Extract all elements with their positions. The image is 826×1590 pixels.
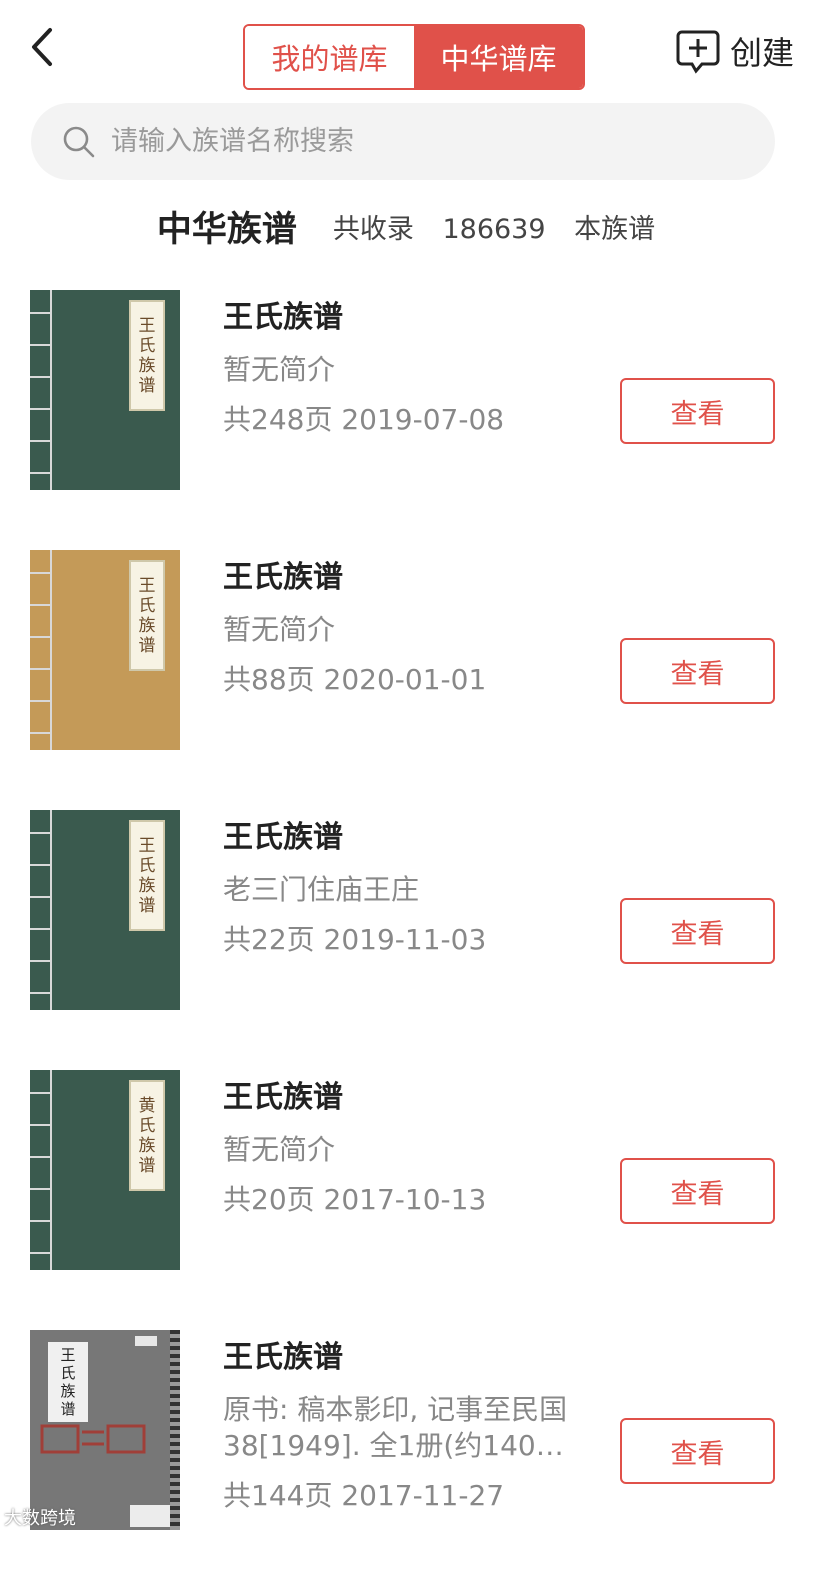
- cover-label: 黄氏族谱: [129, 1080, 165, 1191]
- cover-tag: [135, 1336, 157, 1346]
- list-item[interactable]: 黄氏族谱 王氏族谱 暂无简介 共20页 2017-10-13 查看: [0, 1070, 826, 1330]
- book-cover-scan[interactable]: 王氏族谱: [30, 1330, 180, 1530]
- count-prefix: 共收录: [332, 213, 414, 245]
- book-info: 王氏族谱 老三门住庙王庄 共22页 2019-11-03: [223, 816, 603, 958]
- book-meta: 共88页 2020-01-01: [223, 663, 487, 696]
- book-binding: [30, 550, 52, 750]
- book-title: 王氏族谱: [223, 820, 343, 855]
- view-button[interactable]: 查看: [620, 638, 775, 704]
- book-cover[interactable]: 黄氏族谱: [30, 1070, 180, 1270]
- book-info: 王氏族谱 暂无简介 共88页 2020-01-01: [223, 556, 603, 698]
- search-bar[interactable]: [31, 103, 775, 180]
- book-intro: 暂无简介: [223, 613, 336, 646]
- cover-stamp: [38, 1420, 164, 1456]
- book-info: 王氏族谱 原书: 稿本影印, 记事至民国38[1949]. 全1册(约140页)…: [223, 1336, 603, 1514]
- cover-label: 王氏族谱: [129, 300, 165, 411]
- book-meta: 共22页 2019-11-03: [223, 923, 487, 956]
- chevron-left-icon: [32, 28, 52, 66]
- book-meta: 共248页 2019-07-08: [223, 403, 505, 436]
- view-button[interactable]: 查看: [620, 1418, 775, 1484]
- create-label: 创建: [730, 34, 795, 72]
- book-cover[interactable]: 王氏族谱: [30, 550, 180, 750]
- collection-summary: 中华族谱 共收录 186639 本族谱: [0, 196, 826, 256]
- book-intro: 暂无简介: [223, 1133, 336, 1166]
- book-title: 王氏族谱: [223, 560, 343, 595]
- page-title: 中华族谱: [156, 209, 297, 250]
- book-info: 王氏族谱 暂无简介 共248页 2019-07-08: [223, 296, 603, 438]
- binding-edge: [170, 1330, 180, 1530]
- count-suffix: 本族谱: [574, 213, 656, 245]
- create-button[interactable]: 创建: [676, 28, 794, 74]
- top-bar: 我的谱库 中华谱库 创建: [0, 0, 826, 100]
- book-binding: [30, 290, 52, 490]
- book-intro: 暂无简介: [223, 353, 336, 386]
- book-binding: [30, 810, 52, 1010]
- search-input[interactable]: [109, 125, 733, 158]
- view-button[interactable]: 查看: [620, 378, 775, 444]
- book-meta: 共20页 2017-10-13: [223, 1183, 487, 1216]
- search-icon: [63, 126, 95, 157]
- book-title: 王氏族谱: [223, 1340, 343, 1375]
- count-value: 186639: [442, 213, 546, 245]
- library-tabs: 我的谱库 中华谱库: [243, 24, 585, 90]
- cover-label: 王氏族谱: [129, 560, 165, 671]
- add-square-icon: [676, 30, 720, 74]
- view-button[interactable]: 查看: [620, 898, 775, 964]
- book-title: 王氏族谱: [223, 300, 343, 335]
- back-button[interactable]: [22, 22, 66, 72]
- cover-label: 王氏族谱: [48, 1342, 88, 1422]
- tab-my-library[interactable]: 我的谱库: [245, 26, 414, 88]
- book-cover[interactable]: 王氏族谱: [30, 810, 180, 1010]
- list-item[interactable]: 王氏族谱 王氏族谱 原书: 稿本影印, 记事至民国38[1949]. 全1册(约…: [0, 1330, 826, 1590]
- view-button[interactable]: 查看: [620, 1158, 775, 1224]
- book-meta: 共144页 2017-11-27: [223, 1479, 505, 1512]
- book-title: 王氏族谱: [223, 1080, 343, 1115]
- list-item[interactable]: 王氏族谱 王氏族谱 老三门住庙王庄 共22页 2019-11-03 查看: [0, 810, 826, 1070]
- book-intro: 原书: 稿本影印, 记事至民国38[1949]. 全1册(约140页)....: [223, 1393, 568, 1462]
- tab-china-library[interactable]: 中华谱库: [414, 26, 583, 88]
- genealogy-list: 王氏族谱 王氏族谱 暂无简介 共248页 2019-07-08 查看 王氏族谱 …: [0, 290, 826, 1590]
- watermark: 大数跨境: [4, 1508, 76, 1529]
- book-cover[interactable]: 王氏族谱: [30, 290, 180, 490]
- list-item[interactable]: 王氏族谱 王氏族谱 暂无简介 共248页 2019-07-08 查看: [0, 290, 826, 550]
- book-binding: [30, 1070, 52, 1270]
- collection-count: 共收录 186639 本族谱: [333, 207, 655, 246]
- book-intro: 老三门住庙王庄: [223, 873, 420, 906]
- book-info: 王氏族谱 暂无简介 共20页 2017-10-13: [223, 1076, 603, 1218]
- cover-label: 王氏族谱: [129, 820, 165, 931]
- list-item[interactable]: 王氏族谱 王氏族谱 暂无简介 共88页 2020-01-01 查看: [0, 550, 826, 810]
